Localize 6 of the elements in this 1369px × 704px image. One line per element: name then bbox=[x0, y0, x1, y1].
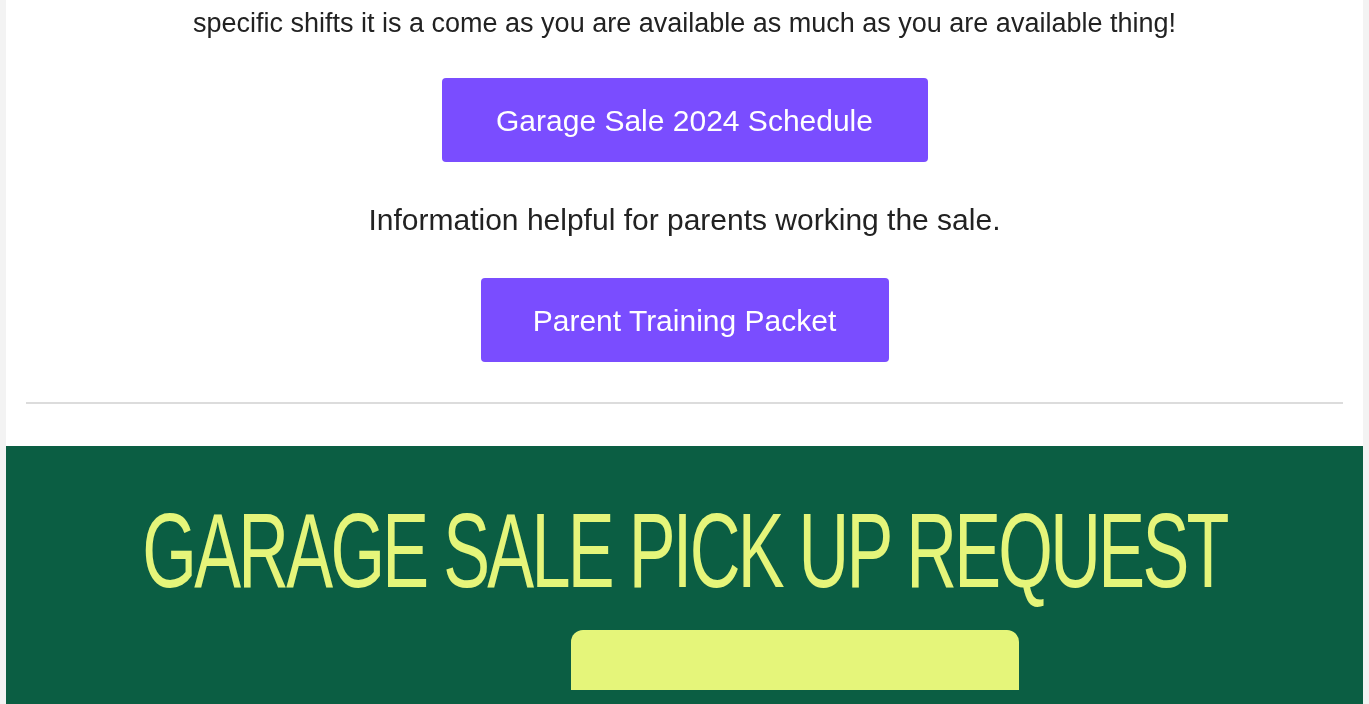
training-packet-button[interactable]: Parent Training Packet bbox=[480, 278, 889, 362]
intro-paragraph: specific shifts it is a come as you are available as much as you are available thing! bbox=[193, 7, 1176, 40]
banner-button[interactable] bbox=[570, 630, 1019, 690]
banner-title: GARAGE SALE PICK UP REQUEST bbox=[142, 490, 1227, 612]
schedule-button[interactable]: Garage Sale 2024 Schedule bbox=[441, 78, 928, 162]
info-paragraph: Information helpful for parents working the sale. bbox=[368, 202, 1001, 238]
